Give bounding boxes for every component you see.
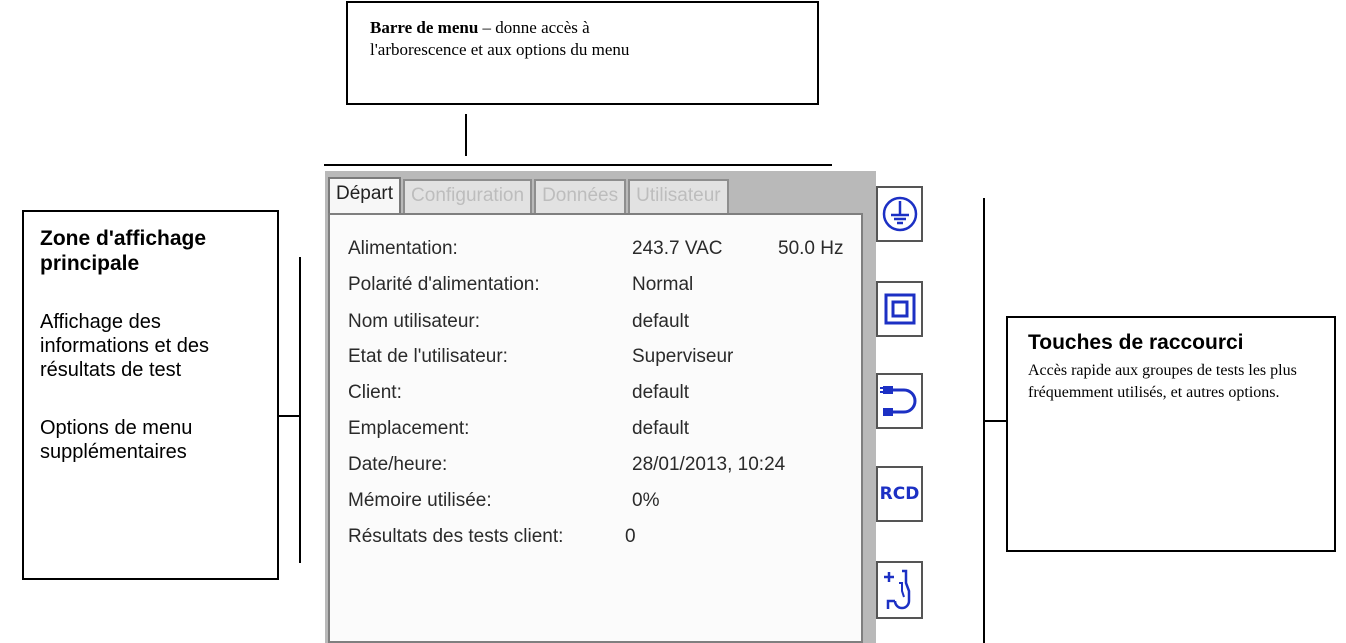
shortcut-class2-button[interactable] <box>876 281 923 337</box>
add-probe-icon <box>883 569 910 610</box>
info-label: Alimentation: <box>348 238 458 259</box>
menu-bar-callout-title: Barre de menu <box>370 18 479 37</box>
info-label: Date/heure: <box>348 454 448 475</box>
main-display-connector <box>279 415 300 417</box>
double-insulation-icon <box>884 293 915 325</box>
earth-ground-icon <box>882 196 917 232</box>
main-display-bracket <box>299 257 301 563</box>
shortcut-rcd-button[interactable]: RCD <box>876 466 923 522</box>
main-display-callout: Zone d'affichage principale Affichage de… <box>22 210 279 580</box>
info-label: Résultats des tests client: <box>348 526 564 547</box>
main-display-callout-p1: Affichage des informations et des résult… <box>40 311 209 381</box>
menu-bar-callout: Barre de menu – donne accès à l'arboresc… <box>346 1 819 105</box>
main-display-callout-p2: Options de menu supplémentaires <box>40 417 193 463</box>
main-display-callout-title: Zone d'affichage principale <box>40 227 207 275</box>
info-label: Client: <box>348 382 402 403</box>
tab-depart[interactable]: Départ <box>328 177 402 213</box>
info-value: Superviseur <box>632 346 734 367</box>
tab-bar: Départ Configuration Données Utilisateur <box>328 177 731 213</box>
rcd-icon: RCD <box>879 484 920 504</box>
menu-callout-connector <box>465 114 467 156</box>
info-label: Emplacement: <box>348 418 470 439</box>
info-value: default <box>632 418 690 439</box>
menu-bar-callout-text-2: l'arborescence et aux options du menu <box>370 40 630 59</box>
lead-cable-icon <box>879 386 916 416</box>
info-label: Mémoire utilisée: <box>348 490 492 511</box>
info-label: Etat de l'utilisateur: <box>348 346 508 367</box>
info-value: 0% <box>632 490 660 511</box>
tab-utilisateur[interactable]: Utilisateur <box>628 179 729 213</box>
shortcut-connector <box>984 420 1006 422</box>
device-screen: Départ Configuration Données Utilisateur… <box>325 171 923 643</box>
info-value: 28/01/2013, 10:24 <box>632 454 786 475</box>
info-value: 0 <box>625 526 636 547</box>
tab-configuration[interactable]: Configuration <box>403 179 533 213</box>
shortcut-keys-callout-p1: Accès rapide aux groupes de tests les pl… <box>1028 362 1297 401</box>
info-value: Normal <box>632 274 694 295</box>
shortcut-earth-button[interactable] <box>876 186 923 242</box>
shortcut-iec-lead-button[interactable] <box>876 373 923 429</box>
shortcut-add-probe-button[interactable] <box>876 561 923 619</box>
info-value: default <box>632 311 690 332</box>
info-label: Polarité d'alimentation: <box>348 274 540 295</box>
main-display-panel: Alimentation: 243.7 VAC 50.0 Hz Polarité… <box>328 213 863 643</box>
info-value: default <box>632 382 690 403</box>
info-label: Nom utilisateur: <box>348 311 480 332</box>
menu-bar-callout-text: – donne accès à <box>478 18 590 37</box>
shortcut-keys-callout-title: Touches de raccourci <box>1028 331 1244 354</box>
tab-donnees[interactable]: Données <box>534 179 627 213</box>
shortcut-keys-callout: Touches de raccourci Accès rapide aux gr… <box>1006 316 1336 552</box>
info-value-frequency: 50.0 Hz <box>778 238 844 259</box>
info-value: 243.7 VAC <box>632 238 723 259</box>
menu-bar-bracket <box>324 164 832 166</box>
